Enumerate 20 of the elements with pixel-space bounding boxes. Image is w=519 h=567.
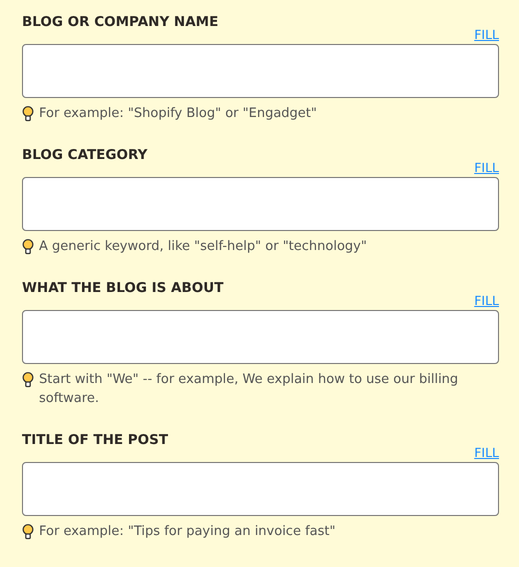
field-label: BLOG CATEGORY: [22, 147, 148, 163]
input-field[interactable]: [22, 462, 499, 516]
fill-link[interactable]: FILL: [474, 293, 499, 308]
fill-link[interactable]: FILL: [474, 160, 499, 175]
field-label: BLOG OR COMPANY NAME: [22, 14, 218, 30]
input-field[interactable]: [22, 177, 499, 231]
fill-link[interactable]: FILL: [474, 445, 499, 460]
hint-text: Start with "We" -- for example, We explain how to use our billing software.: [39, 371, 460, 408]
hint-text: For example: "Tips for paying an invoice fast": [39, 523, 336, 541]
hint-text: A generic keyword, like "self-help" or "technology": [39, 238, 367, 256]
hint-text: For example: "Shopify Blog" or "Engadget": [39, 105, 317, 123]
lightbulb-icon: [22, 524, 34, 540]
input-field[interactable]: [22, 44, 499, 98]
input-field[interactable]: [22, 310, 499, 364]
lightbulb-icon: [22, 372, 34, 388]
lightbulb-icon: [22, 106, 34, 122]
field-label: TITLE OF THE POST: [22, 432, 168, 448]
fill-link[interactable]: FILL: [474, 27, 499, 42]
lightbulb-icon: [22, 239, 34, 255]
field-label: WHAT THE BLOG IS ABOUT: [22, 280, 224, 296]
